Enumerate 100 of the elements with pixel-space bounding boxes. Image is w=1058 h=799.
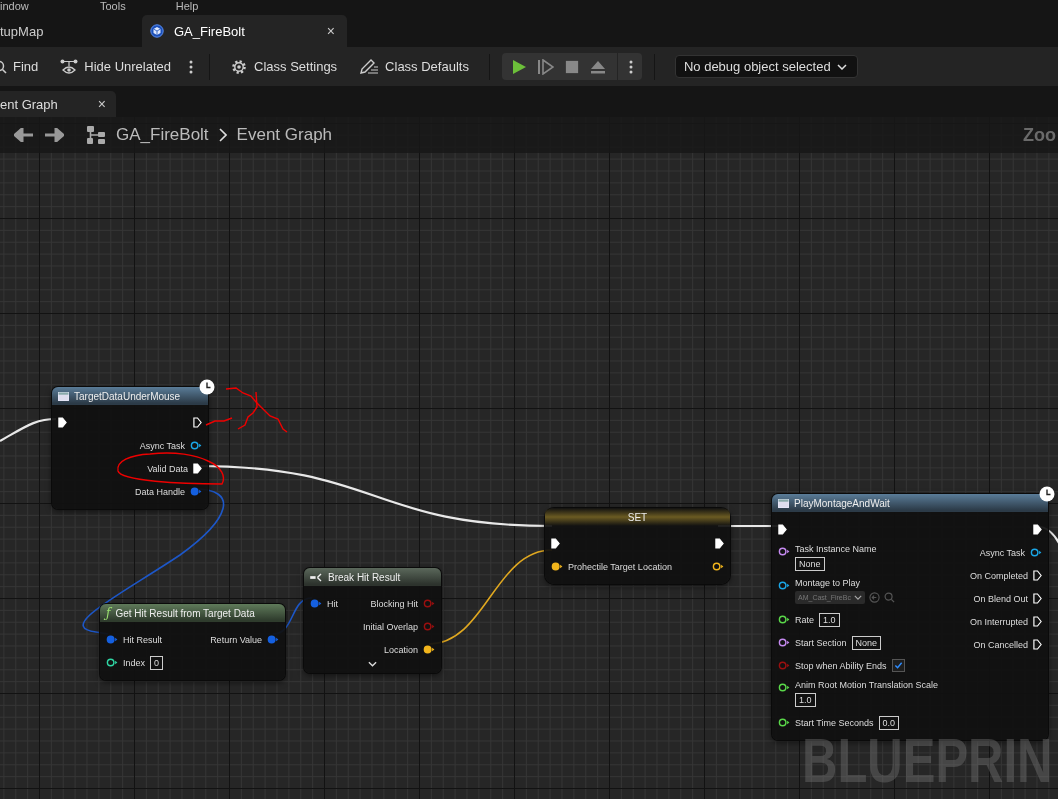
pin-label: Async Task xyxy=(139,440,185,451)
stop-icon[interactable] xyxy=(564,59,579,74)
graph-node[interactable]: SET Prohectile Target Location xyxy=(545,508,730,584)
zoom-label: Zoo xyxy=(1023,124,1056,146)
toolbar-button[interactable]: Class Defaults xyxy=(351,51,477,82)
pin-label: Anim Root Motion Translation Scale xyxy=(795,680,939,690)
play-icon[interactable] xyxy=(510,58,527,75)
hierarchy-icon[interactable] xyxy=(86,125,106,145)
pin-label: On Blend Out xyxy=(973,593,1028,604)
exec-pin[interactable] xyxy=(1033,639,1042,650)
blueprint-icon xyxy=(150,24,164,38)
exec-pin[interactable] xyxy=(58,417,67,428)
data-pin[interactable] xyxy=(551,562,563,571)
data-pin[interactable] xyxy=(778,615,790,624)
pin-label: Montage to Play xyxy=(795,578,861,588)
chevron-down-icon xyxy=(836,63,847,70)
expand-chevron-icon[interactable] xyxy=(368,661,377,667)
exec-pin[interactable] xyxy=(193,463,202,474)
graph-node[interactable] xyxy=(772,494,1048,740)
breadcrumb-item[interactable]: GA_FireBolt xyxy=(116,125,209,145)
data-pin[interactable] xyxy=(712,562,724,571)
step-icon[interactable] xyxy=(537,58,554,75)
more-options-icon[interactable] xyxy=(189,59,193,74)
debug-object-dropdown[interactable]: No debug object selected xyxy=(674,55,858,78)
pencil-icon xyxy=(359,57,380,76)
pin-label: Hit xyxy=(327,598,338,609)
node-title: Get Hit Result from Target Data xyxy=(115,607,255,619)
graph-node[interactable]: Break Hit Result Hit Blocking Hit Initial Overlap Location xyxy=(304,568,441,673)
search-icon[interactable] xyxy=(883,592,895,603)
graph-node[interactable]: ƒ Get Hit Result from Target Data Hit Result Index 0 Return Value xyxy=(100,604,285,680)
pin-label: Stop when Ability Ends xyxy=(795,660,887,671)
toolbar-button[interactable]: Hide Unrelated xyxy=(52,51,179,82)
pin-label: Hit Result xyxy=(123,634,162,645)
editor-tab[interactable]: tupMap xyxy=(0,15,142,47)
data-pin[interactable] xyxy=(778,718,790,727)
toolbar-button[interactable]: Class Settings xyxy=(222,51,346,82)
graph-node[interactable]: TargetDataUnderMouse Async Task Valid Data Data Handle xyxy=(52,387,208,509)
exec-pin[interactable] xyxy=(193,417,202,428)
data-pin[interactable] xyxy=(1030,548,1042,557)
pin-label: Data Handle xyxy=(134,486,185,497)
exec-pin[interactable] xyxy=(1033,616,1042,627)
value-field[interactable]: 1.0 xyxy=(795,693,816,707)
pin-label: Start Time Seconds xyxy=(795,717,874,728)
pin-label: On Cancelled xyxy=(973,639,1028,650)
pin-label: Task Instance Name xyxy=(795,544,877,554)
node-title: TargetDataUnderMouse xyxy=(74,390,181,402)
checkbox[interactable] xyxy=(891,659,905,672)
editor-tab[interactable]: GA_FireBolt × xyxy=(142,15,347,47)
node-title: PlayMontageAndWait xyxy=(794,497,890,509)
menu-item[interactable]: Help xyxy=(175,0,199,14)
data-pin[interactable] xyxy=(778,581,790,590)
data-pin[interactable] xyxy=(778,683,790,692)
exec-pin[interactable] xyxy=(551,538,560,549)
function-glyph: ƒ xyxy=(106,606,111,620)
exec-pin[interactable] xyxy=(1033,570,1042,581)
forward-arrow-icon[interactable] xyxy=(44,128,64,142)
window-icon xyxy=(778,498,789,508)
split-icon xyxy=(310,572,323,582)
chevron-icon xyxy=(218,128,227,142)
value-field[interactable]: None xyxy=(851,635,882,650)
pin-label: Valid Data xyxy=(147,463,188,474)
data-pin[interactable] xyxy=(423,645,435,654)
more-options-icon[interactable] xyxy=(628,59,633,74)
pin-label: Rate xyxy=(795,614,814,625)
pin-label: Start Section xyxy=(795,637,847,648)
pin-label: Location xyxy=(383,644,418,655)
exec-pin[interactable] xyxy=(1033,524,1042,535)
value-field[interactable]: 0.0 xyxy=(878,715,900,730)
value-field[interactable]: None xyxy=(795,557,825,571)
exec-pin[interactable] xyxy=(715,538,724,549)
data-pin[interactable] xyxy=(778,638,790,647)
chevron-down-icon xyxy=(853,595,862,600)
graph-tab[interactable]: ent Graph × xyxy=(0,91,116,117)
menu-item[interactable]: indow xyxy=(0,0,50,14)
data-pin[interactable] xyxy=(106,658,118,667)
menu-item[interactable]: Tools xyxy=(100,0,126,14)
node-title: SET xyxy=(627,511,648,523)
pin-label: Return Value xyxy=(210,634,262,645)
value-field[interactable]: 1.0 xyxy=(819,612,840,627)
window-icon xyxy=(58,391,69,401)
value-field[interactable]: 0 xyxy=(150,655,164,670)
eye-nodes-icon xyxy=(60,58,79,75)
back-arrow-icon[interactable] xyxy=(14,128,34,142)
breadcrumb-item[interactable]: Event Graph xyxy=(236,125,333,145)
pin-label: Initial Overlap xyxy=(362,621,418,632)
toolbar-button[interactable]: Find xyxy=(0,51,47,82)
pin-label: On Completed xyxy=(969,570,1028,581)
pin-label: Prohectile Target Location xyxy=(568,561,672,572)
pin-label: Blocking Hit xyxy=(370,598,418,609)
pin-label: Async Task xyxy=(979,547,1025,558)
pin-label: On Interrupted xyxy=(969,616,1028,627)
exec-pin[interactable] xyxy=(1033,593,1042,604)
data-pin[interactable] xyxy=(190,441,202,450)
settings-icon xyxy=(230,57,248,76)
node-title: Break Hit Result xyxy=(328,571,401,583)
close-button[interactable]: × xyxy=(326,23,335,39)
close-button[interactable]: × xyxy=(97,96,106,112)
data-pin[interactable] xyxy=(778,547,790,556)
exec-pin[interactable] xyxy=(778,524,787,535)
use-selected-icon[interactable] xyxy=(868,592,880,603)
